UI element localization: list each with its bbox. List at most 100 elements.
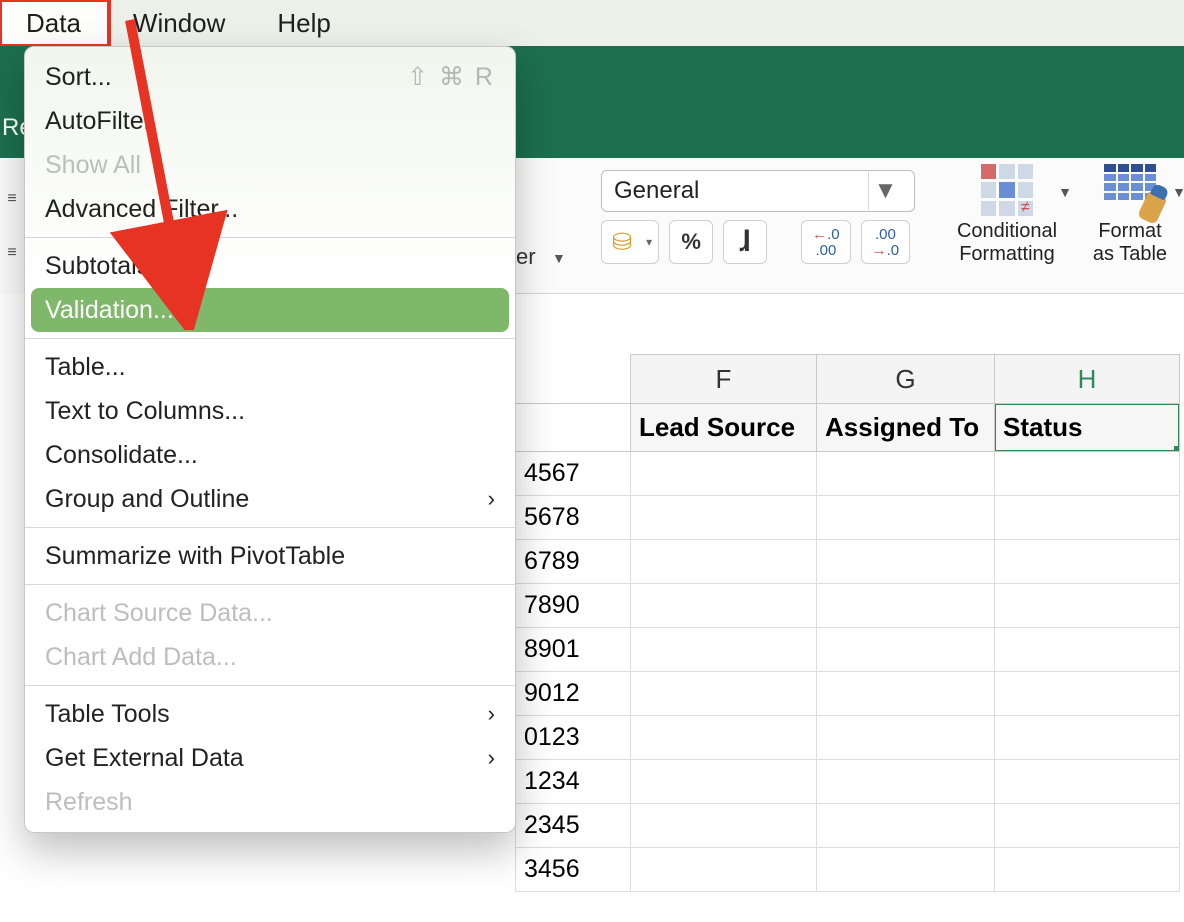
menu-item-subtotals[interactable]: Subtotals... <box>25 244 515 288</box>
app-menubar: Data Window Help <box>0 0 1184 46</box>
cell[interactable] <box>631 452 817 496</box>
cell-e-partial[interactable]: 3456 <box>515 848 631 892</box>
menu-item-label: Group and Outline <box>45 485 249 514</box>
cell[interactable] <box>817 496 995 540</box>
cell-e-partial[interactable]: 9012 <box>515 672 631 716</box>
cell-e-partial[interactable]: 5678 <box>515 496 631 540</box>
cell[interactable] <box>631 848 817 892</box>
menu-item-advanced-filter[interactable]: Advanced Filter... <box>25 187 515 231</box>
cell[interactable] <box>995 848 1180 892</box>
cell[interactable] <box>817 672 995 716</box>
chevron-down-icon[interactable]: ▼ <box>868 172 902 210</box>
cell[interactable] <box>817 716 995 760</box>
cell-e-partial[interactable]: 6789 <box>515 540 631 584</box>
cell[interactable] <box>995 760 1180 804</box>
cell[interactable] <box>817 540 995 584</box>
cell[interactable] <box>817 848 995 892</box>
number-format-value: General <box>614 177 699 205</box>
cell[interactable] <box>995 628 1180 672</box>
cell[interactable] <box>995 452 1180 496</box>
column-header-g[interactable]: G <box>817 354 995 404</box>
comma-format-button[interactable]: ɺ <box>723 220 767 264</box>
menu-item-group-and-outline[interactable]: Group and Outline› <box>25 477 515 521</box>
menu-data[interactable]: Data <box>0 0 107 46</box>
menu-item-refresh: Refresh <box>25 780 515 824</box>
menu-separator <box>25 584 515 585</box>
cell[interactable] <box>631 716 817 760</box>
align-icon[interactable]: ≡ <box>7 190 16 208</box>
menu-item-label: Validation... <box>45 296 174 325</box>
menu-item-summarize-with-pivottable[interactable]: Summarize with PivotTable <box>25 534 515 578</box>
cell[interactable] <box>631 540 817 584</box>
cell-e-partial[interactable]: 1234 <box>515 760 631 804</box>
number-format-buttons: ⛁ % ɺ ←.0.00 .00→.0 <box>601 220 910 264</box>
menu-item-table[interactable]: Table... <box>25 345 515 389</box>
column-header-h[interactable]: H <box>995 354 1180 404</box>
cell[interactable] <box>631 496 817 540</box>
cell[interactable] <box>995 804 1180 848</box>
percent-format-button[interactable]: % <box>669 220 713 264</box>
chevron-down-icon[interactable]: ▼ <box>1058 184 1072 200</box>
menu-item-sort[interactable]: Sort...⇧ ⌘ R <box>25 55 515 99</box>
menu-item-label: AutoFilter <box>45 107 152 136</box>
menu-item-label: Subtotals... <box>45 252 170 281</box>
menu-item-label: Get External Data <box>45 744 244 773</box>
selection-fill-handle[interactable] <box>1174 446 1180 452</box>
cell-e-partial[interactable]: 7890 <box>515 584 631 628</box>
label-line2: as Table <box>1082 243 1178 266</box>
decrease-decimal-button[interactable]: .00→.0 <box>861 220 911 264</box>
menu-item-label: Sort... <box>45 63 112 92</box>
cell[interactable] <box>631 672 817 716</box>
menu-separator <box>25 338 515 339</box>
cell[interactable] <box>817 804 995 848</box>
coins-icon: ⛁ <box>612 228 632 257</box>
cell-e-partial[interactable]: 4567 <box>515 452 631 496</box>
cell[interactable] <box>631 804 817 848</box>
cell[interactable] <box>817 628 995 672</box>
header-cell-e-partial[interactable] <box>515 404 631 452</box>
conditional-formatting-button[interactable]: ▼ ≠ Conditional Formatting <box>950 164 1064 266</box>
cell[interactable] <box>995 584 1180 628</box>
menu-item-validation[interactable]: Validation... <box>31 288 509 332</box>
cell[interactable] <box>995 496 1180 540</box>
menu-item-autofilter[interactable]: AutoFilter <box>25 99 515 143</box>
increase-decimal-button[interactable]: ←.0.00 <box>801 220 851 264</box>
column-header-e-partial[interactable] <box>515 354 631 404</box>
menu-help[interactable]: Help <box>251 0 356 46</box>
cell[interactable] <box>995 540 1180 584</box>
align-icon[interactable]: ≡ <box>7 244 16 262</box>
cell[interactable] <box>631 628 817 672</box>
menu-item-label: Show All <box>45 151 141 180</box>
accounting-format-button[interactable]: ⛁ <box>601 220 659 264</box>
label-line2: Formatting <box>950 243 1064 266</box>
format-as-table-button[interactable]: ▼ Format as Table <box>1082 164 1178 266</box>
menu-item-text-to-columns[interactable]: Text to Columns... <box>25 389 515 433</box>
menu-item-label: Summarize with PivotTable <box>45 542 345 571</box>
menu-window[interactable]: Window <box>107 0 251 46</box>
header-cell-status[interactable]: Status <box>995 404 1180 452</box>
menu-separator <box>25 527 515 528</box>
truncated-group-label: er <box>516 244 536 270</box>
cell[interactable] <box>631 584 817 628</box>
cell[interactable] <box>817 452 995 496</box>
menu-item-label: Text to Columns... <box>45 397 245 426</box>
cell[interactable] <box>631 760 817 804</box>
header-cell-lead-source[interactable]: Lead Source <box>631 404 817 452</box>
cell[interactable] <box>817 584 995 628</box>
header-cell-assigned-to[interactable]: Assigned To <box>817 404 995 452</box>
menu-item-consolidate[interactable]: Consolidate... <box>25 433 515 477</box>
chevron-down-icon[interactable]: ▼ <box>1172 184 1184 200</box>
cell-e-partial[interactable]: 8901 <box>515 628 631 672</box>
cell[interactable] <box>817 760 995 804</box>
menu-item-table-tools[interactable]: Table Tools› <box>25 692 515 736</box>
cell[interactable] <box>995 672 1180 716</box>
menu-item-get-external-data[interactable]: Get External Data› <box>25 736 515 780</box>
percent-icon: % <box>681 229 701 255</box>
cell[interactable] <box>995 716 1180 760</box>
decrease-decimal-icon: .00→.0 <box>872 227 900 258</box>
number-format-select[interactable]: General ▼ <box>601 170 915 212</box>
cell-e-partial[interactable]: 0123 <box>515 716 631 760</box>
cell-e-partial[interactable]: 2345 <box>515 804 631 848</box>
column-header-f[interactable]: F <box>631 354 817 404</box>
chevron-down-icon[interactable]: ▼ <box>552 250 566 266</box>
